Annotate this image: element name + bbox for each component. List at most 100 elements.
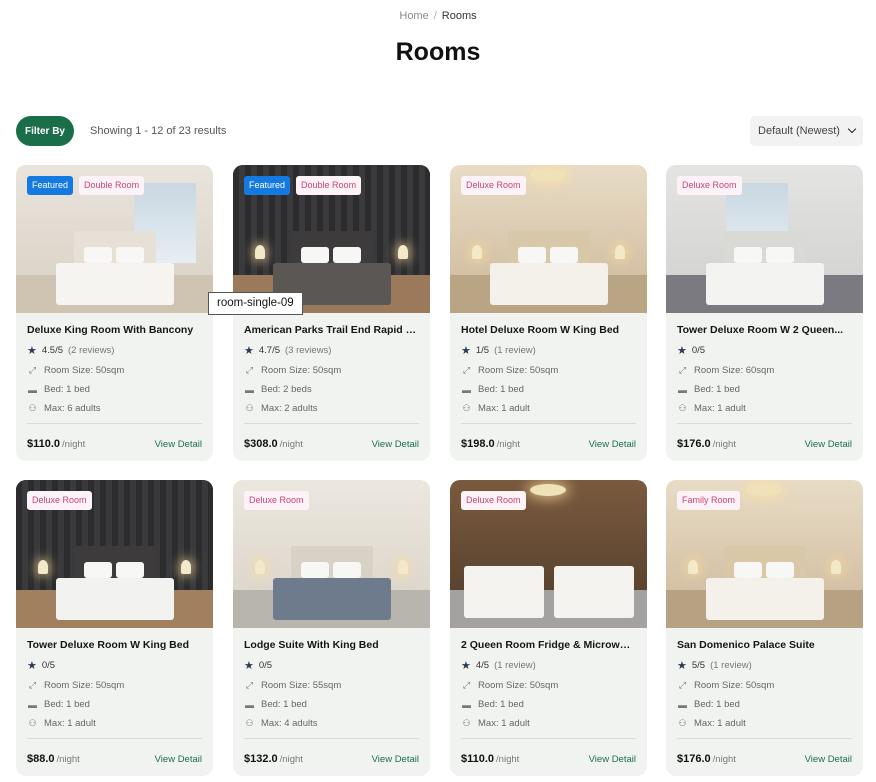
price-group: $176.0/night	[677, 749, 736, 767]
room-size: ⤢ Room Size: 50sqm	[244, 365, 419, 376]
view-detail-link[interactable]: View Detail	[805, 439, 852, 450]
room-rating: ★ 4.5/5 (2 reviews)	[27, 344, 202, 357]
featured-badge: Featured	[244, 176, 291, 195]
room-image[interactable]: Deluxe Room	[16, 480, 213, 628]
room-title[interactable]: Hotel Deluxe Room W King Bed	[461, 324, 636, 336]
view-detail-link[interactable]: View Detail	[155, 754, 202, 765]
view-detail-link[interactable]: View Detail	[589, 754, 636, 765]
room-image[interactable]: Deluxe Room	[666, 165, 863, 313]
room-image[interactable]: Deluxe Room	[450, 165, 647, 313]
room-image-pillow	[84, 247, 112, 263]
room-footer: $132.0/night View Detail	[244, 749, 419, 767]
page-title: Rooms	[395, 38, 481, 66]
sort-label: Default (Newest)	[758, 125, 840, 137]
user-icon: ⚇	[678, 403, 687, 413]
room-title[interactable]: 2 Queen Room Fridge & Microwave	[461, 639, 636, 651]
rating-value: 4.7/5	[258, 345, 281, 356]
sort-dropdown[interactable]: Default (Newest)	[750, 116, 863, 146]
filter-by-button[interactable]: Filter By	[16, 116, 74, 146]
room-title[interactable]: Tower Deluxe Room W 2 Queen...	[677, 324, 852, 336]
room-info: Deluxe King Room With Bancony ★ 4.5/5 (2 re…	[27, 313, 202, 452]
room-title[interactable]: American Parks Trail End Rapid City	[244, 324, 419, 336]
bed-icon: ▬	[678, 384, 687, 395]
expand-icon: ⤢	[245, 680, 254, 690]
bed-icon: ▬	[28, 699, 37, 710]
room-beds: ▬ Bed: 2 beds	[244, 384, 419, 395]
room-rating: ★ 4/5 (1 review)	[461, 659, 636, 672]
price-group: $110.0/night	[27, 434, 85, 452]
room-image[interactable]: Featured Double Room	[233, 165, 430, 313]
room-title[interactable]: Tower Deluxe Room W King Bed	[27, 639, 202, 651]
room-image-bed	[706, 263, 824, 305]
room-title[interactable]: San Domenico Palace Suite	[677, 639, 852, 651]
room-info: Hotel Deluxe Room W King Bed ★ 1/5 (1 revie…	[461, 313, 636, 452]
room-size: ⤢ Room Size: 50sqm	[27, 365, 202, 376]
room-beds-text: Bed: 1 bed	[478, 699, 524, 710]
breadcrumb-home-link[interactable]: Home	[399, 10, 428, 22]
room-max-guests: ⚇ Max: 1 adult	[461, 403, 636, 414]
room-image-lamp	[398, 560, 408, 574]
room-image-pillow	[734, 562, 762, 578]
image-tooltip: room-single-09	[208, 292, 303, 315]
view-detail-link[interactable]: View Detail	[589, 439, 636, 450]
expand-icon: ⤢	[462, 680, 471, 690]
room-beds: ▬ Bed: 1 bed	[461, 384, 636, 395]
view-detail-link[interactable]: View Detail	[155, 439, 202, 450]
divider	[244, 423, 419, 424]
room-max-guests: ⚇ Max: 1 adult	[27, 718, 202, 729]
review-count: (1 review)	[494, 660, 536, 671]
room-footer: $308.0/night View Detail	[244, 434, 419, 452]
room-max-guests: ⚇ Max: 1 adult	[677, 403, 852, 414]
results-count: Showing 1 - 12 of 23 results	[90, 125, 227, 137]
divider	[677, 423, 852, 424]
room-image[interactable]: Featured Double Room	[16, 165, 213, 313]
user-icon: ⚇	[462, 403, 471, 413]
room-max-guests-text: Max: 1 adult	[478, 403, 530, 414]
room-price: $198.0	[461, 438, 495, 450]
room-max-guests: ⚇ Max: 6 adults	[27, 403, 202, 414]
per-night-label: /night	[712, 754, 736, 765]
breadcrumb: Home / Rooms	[0, 10, 876, 22]
price-group: $110.0/night	[461, 749, 519, 767]
room-beds-text: Bed: 1 bed	[261, 699, 307, 710]
room-image-bed	[273, 578, 391, 620]
per-night-label: /night	[56, 754, 80, 765]
room-max-guests: ⚇ Max: 1 adult	[677, 718, 852, 729]
room-image-bed	[56, 578, 174, 620]
room-image-pillow	[766, 562, 794, 578]
room-footer: $110.0/night View Detail	[461, 749, 636, 767]
room-image-pillow	[116, 247, 144, 263]
room-image-pillow	[550, 247, 578, 263]
room-footer: $110.0/night View Detail	[27, 434, 202, 452]
room-price: $110.0	[461, 753, 495, 765]
room-image-pillow	[84, 562, 112, 578]
review-count: (2 reviews)	[68, 345, 115, 356]
star-icon: ★	[27, 345, 37, 357]
room-title[interactable]: Deluxe King Room With Bancony	[27, 324, 202, 336]
room-beds-text: Bed: 1 bed	[478, 384, 524, 395]
room-price: $176.0	[677, 753, 711, 765]
chevron-down-icon	[847, 124, 857, 134]
per-night-label: /night	[62, 439, 86, 450]
star-icon: ★	[244, 660, 254, 672]
room-image[interactable]: Deluxe Room	[450, 480, 647, 628]
room-rating: ★ 1/5 (1 review)	[461, 344, 636, 357]
room-image[interactable]: Family Room	[666, 480, 863, 628]
room-beds: ▬ Bed: 1 bed	[27, 699, 202, 710]
rating-value: 0/5	[691, 345, 706, 356]
expand-icon: ⤢	[28, 680, 37, 690]
room-card: Deluxe Room Lodge Suite With King Bed ★ 0/5…	[233, 480, 430, 776]
view-detail-link[interactable]: View Detail	[372, 439, 419, 450]
room-image-lamp	[181, 560, 191, 574]
user-icon: ⚇	[245, 718, 254, 728]
view-detail-link[interactable]: View Detail	[372, 754, 419, 765]
room-card: Deluxe Room 2 Queen Room Fridge & Microwa…	[450, 480, 647, 776]
room-title[interactable]: Lodge Suite With King Bed	[244, 639, 419, 651]
price-group: $176.0/night	[677, 434, 736, 452]
room-image-pillow	[116, 562, 144, 578]
room-size-text: Room Size: 55sqm	[261, 680, 342, 691]
room-beds-text: Bed: 1 bed	[44, 384, 90, 395]
view-detail-link[interactable]: View Detail	[805, 754, 852, 765]
room-image[interactable]: Deluxe Room	[233, 480, 430, 628]
rating-value: 0/5	[258, 660, 273, 671]
